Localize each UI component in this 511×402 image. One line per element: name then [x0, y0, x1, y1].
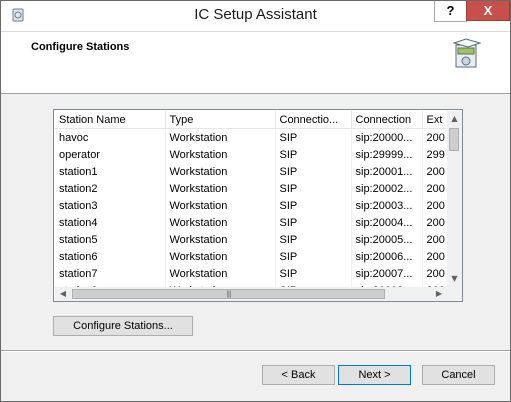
cell-connection: sip:20004... — [351, 214, 423, 231]
next-button[interactable]: Next > — [338, 365, 411, 385]
cell-connection-type: SIP — [275, 231, 352, 248]
cell-station-name: station3 — [55, 197, 166, 214]
column-header-connection-type[interactable]: Connectio... — [275, 111, 352, 129]
title-bar[interactable]: IC Setup Assistant ? X — [1, 1, 510, 32]
scrollbar-corner — [447, 287, 462, 301]
close-button[interactable]: X — [466, 1, 510, 21]
cell-type: Workstation — [165, 197, 276, 214]
cell-connection: sip:20007... — [351, 265, 423, 282]
column-header-ext[interactable]: Ext — [422, 111, 446, 129]
scroll-down-arrow-icon[interactable]: ▼ — [447, 271, 462, 287]
column-header-station-name[interactable]: Station Name — [55, 111, 166, 129]
page-title: Configure Stations — [31, 41, 130, 53]
cell-connection-type: SIP — [275, 214, 352, 231]
cell-station-name: station7 — [55, 265, 166, 282]
grid-header-row: Station Name Type Connectio... Connectio… — [55, 111, 446, 129]
table-row[interactable]: havoc Workstation SIP sip:20000... 200 — [55, 128, 446, 146]
cell-type: Workstation — [165, 163, 276, 180]
scroll-right-arrow-icon[interactable]: ▶ — [431, 287, 447, 301]
cell-connection: sip:20000... — [351, 128, 423, 146]
cell-type: Workstation — [165, 146, 276, 163]
cell-ext: 200 — [422, 231, 446, 248]
cell-ext: 200 — [422, 197, 446, 214]
cell-ext: 200 — [422, 180, 446, 197]
cell-ext: 299 — [422, 146, 446, 163]
vertical-scroll-thumb[interactable] — [449, 128, 459, 151]
cell-type: Workstation — [165, 180, 276, 197]
cell-ext: 200 — [422, 248, 446, 265]
cell-ext: 200 — [422, 214, 446, 231]
cell-connection: sip:20003... — [351, 197, 423, 214]
cell-ext: 200 — [422, 163, 446, 180]
cell-station-name: station4 — [55, 214, 166, 231]
cell-connection-type: SIP — [275, 265, 352, 282]
wizard-header: Configure Stations — [1, 32, 510, 94]
back-button[interactable]: < Back — [262, 365, 335, 385]
cell-station-name: havoc — [55, 128, 166, 146]
cell-connection: sip:29999... — [351, 146, 423, 163]
cell-type: Workstation — [165, 248, 276, 265]
cell-type: Workstation — [165, 214, 276, 231]
table-row[interactable]: station4 Workstation SIP sip:20004... 200 — [55, 214, 446, 231]
cell-type: Workstation — [165, 128, 276, 146]
vertical-scrollbar[interactable]: ▲ ▼ — [447, 111, 462, 287]
table-row[interactable]: operator Workstation SIP sip:29999... 299 — [55, 146, 446, 163]
column-header-type[interactable]: Type — [165, 111, 276, 129]
setup-box-icon — [452, 38, 482, 68]
cancel-button[interactable]: Cancel — [422, 365, 495, 385]
cell-ext: 200 — [422, 128, 446, 146]
stations-grid[interactable]: Station Name Type Connectio... Connectio… — [53, 109, 463, 302]
configure-stations-button[interactable]: Configure Stations... — [53, 316, 193, 336]
table-row[interactable]: station3 Workstation SIP sip:20003... 200 — [55, 197, 446, 214]
cell-connection-type: SIP — [275, 248, 352, 265]
cell-station-name: station1 — [55, 163, 166, 180]
table-row[interactable]: station1 Workstation SIP sip:20001... 200 — [55, 163, 446, 180]
grid-viewport: Station Name Type Connectio... Connectio… — [55, 111, 446, 287]
table-row[interactable]: station2 Workstation SIP sip:20002... 200 — [55, 180, 446, 197]
scroll-left-arrow-icon[interactable]: ◀ — [55, 287, 71, 301]
cell-connection: sip:20001... — [351, 163, 423, 180]
cell-connection-type: SIP — [275, 163, 352, 180]
cell-ext: 200 — [422, 265, 446, 282]
column-header-connection[interactable]: Connection — [351, 111, 423, 129]
cell-station-name: station2 — [55, 180, 166, 197]
cell-connection-type: SIP — [275, 128, 352, 146]
cell-connection-type: SIP — [275, 146, 352, 163]
cell-connection-type: SIP — [275, 197, 352, 214]
help-button[interactable]: ? — [434, 1, 467, 22]
horizontal-scroll-thumb[interactable]: ||| — [72, 289, 385, 299]
footer-separator — [1, 350, 510, 352]
scroll-up-arrow-icon[interactable]: ▲ — [447, 111, 462, 127]
cell-connection-type: SIP — [275, 180, 352, 197]
stations-table: Station Name Type Connectio... Connectio… — [55, 111, 446, 287]
table-row[interactable]: station7 Workstation SIP sip:20007... 200 — [55, 265, 446, 282]
cell-connection: sip:20006... — [351, 248, 423, 265]
table-row[interactable]: station6 Workstation SIP sip:20006... 200 — [55, 248, 446, 265]
cell-connection: sip:20002... — [351, 180, 423, 197]
setup-window: IC Setup Assistant ? X Configure Station… — [0, 0, 511, 402]
cell-station-name: operator — [55, 146, 166, 163]
cell-type: Workstation — [165, 265, 276, 282]
cell-station-name: station6 — [55, 248, 166, 265]
cell-station-name: station5 — [55, 231, 166, 248]
cell-connection: sip:20005... — [351, 231, 423, 248]
cell-type: Workstation — [165, 231, 276, 248]
table-row[interactable]: station5 Workstation SIP sip:20005... 200 — [55, 231, 446, 248]
horizontal-scrollbar[interactable]: ◀ ||| ▶ — [55, 287, 447, 301]
